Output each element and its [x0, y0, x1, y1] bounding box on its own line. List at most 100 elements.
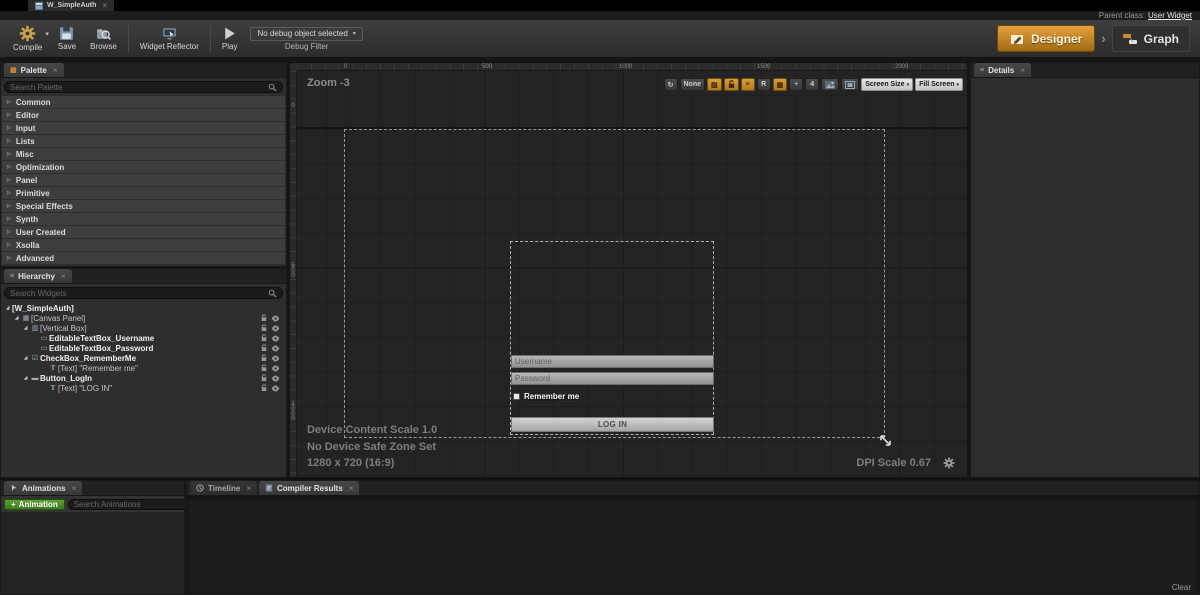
expander-icon[interactable]: ▷	[7, 255, 11, 261]
lock-icon[interactable]	[261, 364, 267, 372]
lock-widgets-button[interactable]	[724, 78, 739, 91]
tab-palette[interactable]: ▦ Palette ×	[4, 63, 64, 77]
hierarchy-row-vertical-box[interactable]: ◢ ▥ [Vertical Box]	[3, 323, 284, 333]
eye-icon[interactable]	[271, 315, 280, 322]
document-tab[interactable]: W_SimpleAuth ×	[28, 0, 114, 11]
outline-widgets-button[interactable]: ≡	[741, 78, 755, 91]
debug-object-dropdown[interactable]: No debug object selected ▾	[250, 27, 362, 41]
username-textbox-preview[interactable]: Username	[511, 355, 714, 368]
hierarchy-row-checkbox-rememberme[interactable]: ◢ ☑ CheckBox_RememberMe	[3, 353, 284, 363]
eye-icon[interactable]	[271, 345, 280, 352]
hierarchy-row-text-rememberme[interactable]: T [Text] "Remember me"	[3, 363, 284, 373]
expander-icon[interactable]: ◢	[12, 315, 21, 321]
clear-button[interactable]: Clear	[1172, 583, 1191, 592]
hierarchy-row-button-login[interactable]: ◢ ▬ Button_LogIn	[3, 373, 284, 383]
palette-category-input[interactable]: ▷Input	[2, 122, 285, 134]
tab-compiler-results[interactable]: Compiler Results ×	[259, 481, 359, 495]
animations-search[interactable]	[68, 499, 201, 510]
preview-background-button[interactable]	[821, 78, 839, 91]
expander-icon[interactable]: ▷	[7, 190, 11, 196]
flow-direction-button[interactable]: ▨	[707, 78, 722, 91]
palette-category-advanced[interactable]: ▷Advanced	[2, 252, 285, 264]
localization-culture-button[interactable]: None	[680, 78, 706, 91]
lock-icon[interactable]	[261, 314, 267, 322]
lock-icon[interactable]	[261, 344, 267, 352]
resize-handle-icon[interactable]	[879, 434, 892, 447]
palette-search-input[interactable]	[10, 83, 265, 92]
tab-animations[interactable]: Animations ×	[4, 481, 82, 495]
expander-icon[interactable]: ▷	[7, 125, 11, 131]
expander-icon[interactable]: ▷	[7, 99, 11, 105]
fill-screen-dropdown[interactable]: Fill Screen▾	[915, 78, 963, 91]
tab-hierarchy[interactable]: ≡ Hierarchy ×	[4, 269, 72, 283]
animations-search-input[interactable]	[74, 500, 184, 509]
safe-zone-preview-button[interactable]	[841, 78, 859, 91]
close-icon[interactable]: ×	[1020, 66, 1025, 75]
expander-icon[interactable]: ◢	[21, 375, 30, 381]
expander-icon[interactable]: ▷	[7, 216, 11, 222]
close-icon[interactable]: ×	[53, 66, 58, 75]
vertical-box-selection-outline[interactable]	[510, 241, 714, 435]
play-button[interactable]: Play	[215, 22, 245, 56]
screen-size-dropdown[interactable]: Screen Size▾	[861, 78, 913, 91]
palette-category-panel[interactable]: ▷Panel	[2, 174, 285, 186]
palette-category-special-effects[interactable]: ▷Special Effects	[2, 200, 285, 212]
palette-search[interactable]	[4, 81, 283, 93]
eye-icon[interactable]	[271, 365, 280, 372]
lock-icon[interactable]	[261, 354, 267, 362]
hierarchy-row-canvas-panel[interactable]: ◢ ▦ [Canvas Panel]	[3, 313, 284, 323]
expander-icon[interactable]: ▷	[7, 112, 11, 118]
hierarchy-row-root[interactable]: ◢ [W_SimpleAuth]	[3, 303, 284, 313]
palette-category-editor[interactable]: ▷Editor	[2, 109, 285, 121]
dpi-settings-gear-icon[interactable]	[943, 457, 955, 469]
hierarchy-row-editabletextbox-username[interactable]: ▭ EditableTextBox_Username	[3, 333, 284, 343]
eye-icon[interactable]	[271, 385, 280, 392]
palette-category-common[interactable]: ▷Common	[2, 96, 285, 108]
lock-icon[interactable]	[261, 374, 267, 382]
password-textbox-preview[interactable]: Password	[511, 372, 714, 385]
lock-icon[interactable]	[261, 384, 267, 392]
close-icon[interactable]: ×	[72, 484, 77, 493]
eye-icon[interactable]	[271, 375, 280, 382]
hierarchy-search-input[interactable]	[10, 289, 265, 298]
palette-category-primitive[interactable]: ▷Primitive	[2, 187, 285, 199]
close-icon[interactable]: ×	[246, 484, 251, 493]
close-icon[interactable]: ×	[349, 484, 354, 493]
compile-options-caret[interactable]: ▾	[45, 30, 49, 38]
login-button-preview[interactable]: LOG IN	[511, 417, 714, 432]
designer-canvas[interactable]: 0 500 1000 1500 2000 0 500 1000 Zoom -3 …	[289, 62, 968, 478]
designer-mode-button[interactable]: Designer	[997, 25, 1095, 52]
hierarchy-row-editabletextbox-password[interactable]: ▭ EditableTextBox_Password	[3, 343, 284, 353]
palette-category-lists[interactable]: ▷Lists	[2, 135, 285, 147]
remember-me-checkbox-preview[interactable]	[513, 393, 520, 400]
hierarchy-row-text-login[interactable]: T [Text] "LOG IN"	[3, 383, 284, 393]
close-icon[interactable]: ×	[61, 272, 66, 281]
expander-icon[interactable]: ▷	[7, 164, 11, 170]
hierarchy-search[interactable]	[4, 287, 283, 299]
palette-category-optimization[interactable]: ▷Optimization	[2, 161, 285, 173]
transform-mode-button[interactable]: +	[789, 78, 803, 91]
close-icon[interactable]: ×	[102, 1, 107, 10]
palette-category-user-created[interactable]: ▷User Created	[2, 226, 285, 238]
respect-locks-button[interactable]: R	[757, 78, 771, 91]
widget-reflector-button[interactable]: Widget Reflector	[133, 22, 206, 56]
palette-category-xsolla[interactable]: ▷Xsolla	[2, 239, 285, 251]
lock-icon[interactable]	[261, 334, 267, 342]
expander-icon[interactable]: ◢	[21, 325, 30, 331]
tab-timeline[interactable]: Timeline ×	[190, 481, 257, 495]
parent-class-link[interactable]: User Widget	[1148, 11, 1192, 20]
expander-icon[interactable]: ▷	[7, 151, 11, 157]
expander-icon[interactable]: ▷	[7, 203, 11, 209]
grid-snapping-button[interactable]: ▦	[773, 78, 788, 91]
eye-icon[interactable]	[271, 335, 280, 342]
expander-icon[interactable]: ◢	[21, 355, 30, 361]
lock-icon[interactable]	[261, 324, 267, 332]
expander-icon[interactable]: ▷	[7, 242, 11, 248]
palette-category-synth[interactable]: ▷Synth	[2, 213, 285, 225]
browse-button[interactable]: Browse	[83, 22, 124, 56]
eye-icon[interactable]	[271, 355, 280, 362]
tab-details[interactable]: ≡ Details ×	[974, 63, 1031, 77]
graph-mode-button[interactable]: Graph	[1112, 25, 1190, 52]
compile-button[interactable]: Compile	[6, 22, 49, 56]
palette-category-misc[interactable]: ▷Misc	[2, 148, 285, 160]
